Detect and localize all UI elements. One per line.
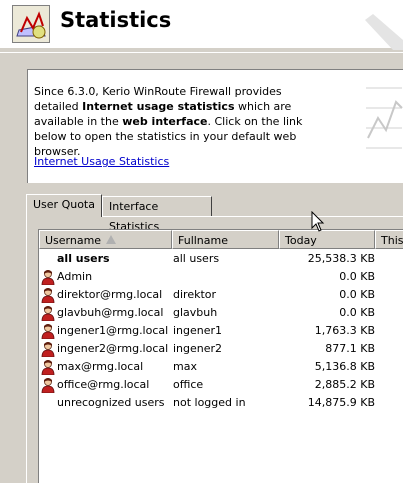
today-cell: 0.0 KB: [339, 306, 375, 319]
statistics-chart-icon: [12, 5, 50, 43]
fullname-cell: direktor: [173, 288, 217, 301]
today-cell: 0.0 KB: [339, 270, 375, 283]
list-header: Username Fullname Today This: [39, 230, 403, 249]
column-username-label: Username: [45, 234, 102, 247]
column-username[interactable]: Username: [39, 230, 172, 249]
info-text: Since 6.3.0, Kerio WinRoute Firewall pro…: [34, 84, 316, 159]
username-cell: direktor@rmg.local: [57, 288, 163, 301]
table-row[interactable]: unrecognized users not logged in 14,875.9 …: [39, 394, 403, 412]
user-quota-list: Username Fullname Today This all users al…: [38, 229, 403, 483]
today-cell: 1,763.3 KB: [314, 324, 375, 337]
username-cell: office@rmg.local: [57, 378, 150, 391]
user-icon: [41, 324, 55, 339]
username-cell: Admin: [57, 270, 93, 283]
header-separator: [0, 52, 403, 53]
page-title: Statistics: [60, 8, 172, 32]
user-icon: [41, 306, 55, 321]
today-cell: 0.0 KB: [339, 288, 375, 301]
fullname-cell: not logged in: [173, 396, 246, 409]
tab-user-quota[interactable]: User Quota: [26, 194, 102, 217]
fullname-cell: office: [173, 378, 204, 391]
fullname-cell: ingener2: [173, 342, 223, 355]
user-icon: [41, 270, 55, 285]
today-cell: 25,538.3 KB: [307, 252, 375, 265]
fullname-cell: max: [173, 360, 197, 373]
table-row[interactable]: Admin 0.0 KB: [39, 268, 403, 286]
table-row[interactable]: max@rmg.local max 5,136.8 KB: [39, 358, 403, 376]
fullname-cell: all users: [173, 252, 220, 265]
table-row[interactable]: office@rmg.local office 2,885.2 KB: [39, 376, 403, 394]
info-bold-usage: Internet usage statistics: [82, 100, 235, 113]
username-cell: ingener1@rmg.local: [57, 324, 169, 337]
today-cell: 877.1 KB: [325, 342, 375, 355]
header: Statistics: [0, 0, 403, 50]
username-cell: ingener2@rmg.local: [57, 342, 169, 355]
user-icon: [41, 360, 55, 375]
username-cell: unrecognized users: [57, 396, 165, 409]
column-today[interactable]: Today: [279, 230, 375, 249]
user-icon: [41, 342, 55, 357]
username-cell: all users: [57, 252, 110, 265]
table-row[interactable]: direktor@rmg.local direktor 0.0 KB: [39, 286, 403, 304]
today-cell: 14,875.9 KB: [307, 396, 375, 409]
decorative-graph-icon: [364, 78, 403, 168]
table-row[interactable]: ingener2@rmg.local ingener2 877.1 KB: [39, 340, 403, 358]
table-row[interactable]: glavbuh@rmg.local glavbuh 0.0 KB: [39, 304, 403, 322]
column-fullname[interactable]: Fullname: [172, 230, 279, 249]
internet-usage-statistics-link[interactable]: Internet Usage Statistics: [34, 155, 169, 168]
table-row[interactable]: all users all users 25,538.3 KB: [39, 250, 403, 268]
info-bold-web: web interface: [122, 115, 208, 128]
username-cell: glavbuh@rmg.local: [57, 306, 164, 319]
column-this[interactable]: This: [375, 230, 403, 249]
fullname-cell: glavbuh: [173, 306, 218, 319]
user-icon: [41, 288, 55, 303]
tab-interface-statistics[interactable]: Interface Statistics: [102, 196, 212, 233]
username-cell: max@rmg.local: [57, 360, 144, 373]
fullname-cell: ingener1: [173, 324, 223, 337]
today-cell: 5,136.8 KB: [314, 360, 375, 373]
user-icon: [41, 378, 55, 393]
today-cell: 2,885.2 KB: [314, 378, 375, 391]
decorative-graphic-icon: [363, 10, 403, 50]
sort-ascending-icon: [106, 235, 116, 244]
table-row[interactable]: ingener1@rmg.local ingener1 1,763.3 KB: [39, 322, 403, 340]
mouse-cursor-icon: [311, 211, 325, 232]
info-panel: Since 6.3.0, Kerio WinRoute Firewall pro…: [27, 69, 403, 183]
